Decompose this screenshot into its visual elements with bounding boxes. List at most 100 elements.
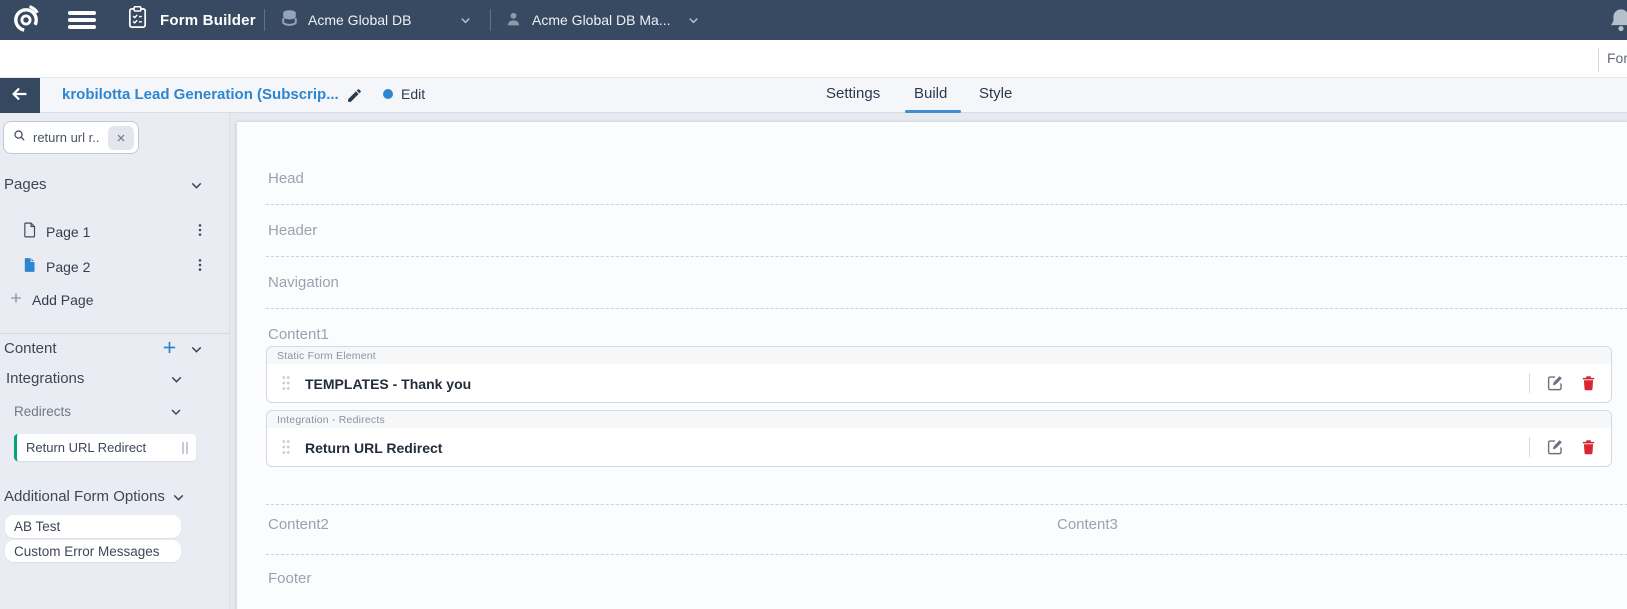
database-selector-label: Acme Global DB (308, 12, 411, 28)
integrations-chevron-down-icon[interactable] (168, 371, 185, 393)
zone-separator (266, 308, 1627, 309)
zone-content3[interactable]: Content3 (1057, 516, 1118, 533)
navbar-divider-2 (490, 9, 491, 31)
app-window: Form Builder Acme Global DB (0, 0, 1627, 609)
search-input[interactable] (33, 130, 99, 145)
database-selector[interactable]: Acme Global DB (281, 0, 411, 40)
element-name: TEMPLATES - Thank you (305, 376, 471, 392)
utility-strip: For (0, 40, 1627, 78)
additional-options-title: Additional Form Options (4, 488, 165, 505)
form-builder-icon (126, 5, 149, 35)
ab-test-label: AB Test (14, 519, 60, 534)
status-badge: Edit (383, 86, 425, 102)
edit-element-button[interactable] (1546, 438, 1564, 456)
zone-navigation[interactable]: Navigation (268, 274, 339, 291)
database-icon (281, 9, 298, 32)
element-name: Return URL Redirect (305, 440, 442, 456)
page1-label: Page 1 (46, 224, 90, 240)
edit-element-button[interactable] (1546, 374, 1564, 392)
zone-head[interactable]: Head (268, 170, 304, 187)
tab-style[interactable]: Style (979, 85, 1012, 102)
acton-logo-icon[interactable] (10, 4, 42, 36)
back-arrow-icon (9, 83, 31, 108)
tab-settings[interactable]: Settings (826, 85, 880, 102)
sidebar-divider (0, 333, 230, 334)
database-chevron-down-icon[interactable] (458, 13, 473, 33)
edit-pencil-square-icon (1546, 438, 1564, 456)
element-type-label: Static Form Element (277, 350, 376, 362)
form-element-static[interactable]: Static Form Element TEMPLATES - Thank yo… (266, 346, 1612, 403)
zone-footer[interactable]: Footer (268, 570, 311, 587)
custom-error-messages-label: Custom Error Messages (14, 544, 160, 559)
redirects-chevron-down-icon[interactable] (168, 404, 184, 425)
account-chevron-down-icon[interactable] (686, 13, 701, 33)
element-type-label: Integration - Redirects (277, 414, 385, 426)
tab-build[interactable]: Build (914, 85, 947, 102)
sidebar-item-page2[interactable]: Page 2 (22, 256, 90, 277)
drag-dots-icon[interactable] (281, 375, 291, 396)
notifications-bell-icon[interactable] (1607, 7, 1627, 40)
element-type-strip (267, 411, 1611, 428)
status-dot-icon (383, 89, 393, 99)
zone-header[interactable]: Header (268, 222, 317, 239)
content-chevron-down-icon[interactable] (188, 341, 205, 363)
add-page-label: Add Page (32, 292, 94, 308)
rename-pencil-icon[interactable] (346, 87, 363, 109)
page2-label: Page 2 (46, 259, 90, 275)
ab-test-button[interactable]: AB Test (5, 515, 181, 538)
close-icon (115, 132, 127, 144)
trash-icon (1580, 374, 1597, 392)
sidebar-search-box (3, 121, 139, 154)
account-selector[interactable]: Acme Global DB Ma... (505, 0, 671, 40)
status-label: Edit (401, 86, 425, 102)
add-content-plus-icon[interactable] (161, 339, 178, 361)
additional-options-chevron-down-icon[interactable] (170, 489, 187, 511)
zone-content2[interactable]: Content2 (268, 516, 329, 533)
element-actions (1529, 364, 1597, 402)
navbar-divider (264, 9, 265, 31)
custom-error-messages-button[interactable]: Custom Error Messages (5, 540, 181, 562)
sidebar-item-page1[interactable]: Page 1 (22, 221, 90, 242)
add-page-button[interactable]: Add Page (9, 291, 94, 308)
top-navbar: Form Builder Acme Global DB (0, 0, 1627, 40)
element-actions (1529, 428, 1597, 466)
content-section-title: Content (4, 340, 57, 357)
search-icon (12, 128, 27, 148)
integrations-section-title: Integrations (6, 370, 84, 387)
actions-divider (1529, 437, 1530, 457)
zone-separator (266, 256, 1627, 257)
zone-separator (266, 504, 1627, 505)
page2-kebab-menu-icon[interactable] (192, 255, 208, 280)
drag-dots-icon[interactable] (281, 439, 291, 460)
return-url-redirect-draggable[interactable]: Return URL Redirect (14, 434, 196, 461)
redirects-subsection-title: Redirects (14, 404, 71, 419)
search-clear-button[interactable] (108, 126, 134, 150)
utility-divider (1598, 48, 1599, 72)
back-button[interactable] (0, 78, 40, 113)
pages-chevron-down-icon[interactable] (188, 177, 205, 199)
plus-icon (9, 291, 23, 308)
builder-sidebar: Pages Page 1 Page 2 (0, 113, 230, 609)
page-outline-icon (22, 221, 37, 242)
delete-element-button[interactable] (1580, 438, 1597, 456)
zone-separator (266, 554, 1627, 555)
zone-content1[interactable]: Content1 (268, 326, 329, 343)
element-type-strip (267, 347, 1611, 364)
product-title: Form Builder (160, 12, 256, 29)
product-area: Form Builder (126, 0, 256, 40)
return-url-redirect-label: Return URL Redirect (26, 440, 146, 455)
form-element-integration[interactable]: Integration - Redirects Return URL Redir… (266, 410, 1612, 467)
hamburger-menu-icon[interactable] (68, 11, 96, 29)
utility-right-text: For (1607, 50, 1627, 66)
account-selector-label: Acme Global DB Ma... (532, 12, 671, 28)
form-header-bar: krobilotta Lead Generation (Subscrip... … (0, 78, 1627, 113)
zone-separator (266, 204, 1627, 205)
edit-pencil-square-icon (1546, 374, 1564, 392)
page1-kebab-menu-icon[interactable] (192, 220, 208, 245)
delete-element-button[interactable] (1580, 374, 1597, 392)
form-title-link[interactable]: krobilotta Lead Generation (Subscrip... (62, 86, 339, 103)
trash-icon (1580, 438, 1597, 456)
page-filled-icon (22, 256, 37, 277)
drag-handle-icon[interactable] (182, 442, 188, 454)
person-icon (505, 10, 522, 31)
